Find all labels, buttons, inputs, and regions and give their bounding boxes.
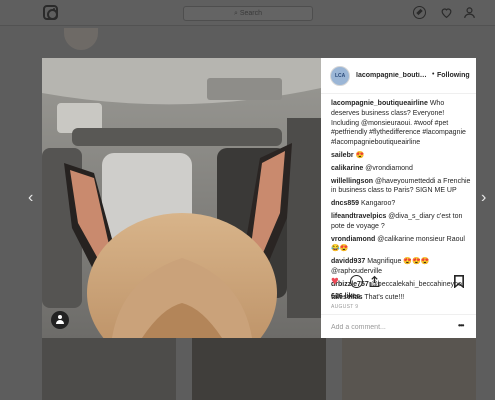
profile-icon[interactable] (463, 6, 476, 19)
comment-username[interactable]: dncs859 (331, 200, 359, 207)
list-item: calikarine @vrondiamond (331, 164, 471, 174)
comment-text: 😍 (355, 151, 365, 159)
comment-text: Kangaroo? (360, 200, 396, 208)
post-actions: ♥ (321, 272, 476, 292)
comment-username[interactable]: lifeandtravelpics (331, 213, 386, 220)
compass-icon[interactable] (413, 6, 426, 19)
list-item: sailebr 😍 (331, 151, 471, 161)
search-input[interactable]: ⌕ Search (183, 6, 313, 21)
grid-thumbnail[interactable] (192, 338, 326, 400)
separator-dot: • (432, 71, 435, 78)
previous-post-arrow-icon[interactable]: ‹ (28, 190, 38, 206)
comment-username[interactable]: willellingson (331, 178, 373, 185)
comment-username[interactable]: calikarine (331, 165, 363, 172)
avatar[interactable]: LCA (330, 66, 350, 86)
search-placeholder: Search (239, 10, 263, 17)
comment-icon[interactable] (350, 275, 363, 288)
top-navigation-bar: ⌕ Search (0, 0, 495, 26)
heart-icon[interactable] (440, 6, 453, 19)
share-icon[interactable] (368, 275, 381, 288)
instagram-logo-icon[interactable] (43, 5, 58, 20)
comment-text: That's cute!!! (364, 293, 405, 301)
list-item: willellingson @haveyoumetteddi a Frenchi… (331, 177, 471, 197)
caption: lacompagnie_boutiqueairline Who deserves… (331, 99, 471, 148)
post-header: LCA lacompagnie_boutiqu... • Following (321, 58, 476, 94)
post-username[interactable]: lacompagnie_boutiqu... (356, 72, 431, 79)
caption-username[interactable]: lacompagnie_boutiqueairline (331, 100, 428, 107)
post-photo[interactable] (42, 58, 321, 338)
following-button[interactable]: Following (437, 72, 470, 79)
save-bookmark-icon[interactable] (454, 275, 464, 288)
tagged-users-icon[interactable] (51, 311, 69, 329)
add-comment-input[interactable] (331, 321, 441, 333)
next-post-arrow-icon[interactable]: › (481, 190, 491, 206)
list-item: dncs859 Kangaroo? (331, 199, 471, 209)
post-detail-panel: LCA lacompagnie_boutiqu... • Following l… (321, 58, 476, 338)
avatar-text: LCA (335, 73, 346, 79)
comment-username[interactable]: davidd937 (331, 258, 365, 265)
dog-on-plane-image (42, 58, 321, 338)
likes-count[interactable]: 616 likes (331, 293, 360, 300)
post-date: AUGUST 9 (331, 304, 359, 310)
add-comment-section: ••• (321, 314, 476, 338)
grid-thumbnail[interactable] (42, 338, 176, 400)
list-item: vrondiamond @calikarine monsieur Raoul 😂… (331, 235, 471, 255)
like-heart-icon[interactable]: ♥ (331, 274, 344, 288)
comment-username[interactable]: sailebr (331, 152, 354, 159)
comment-text: @vrondiamond (365, 164, 413, 172)
more-options-icon[interactable]: ••• (458, 321, 464, 330)
list-item: lifeandtravelpics @diva_s_diary c'est to… (331, 212, 471, 232)
comment-username[interactable]: vrondiamond (331, 236, 375, 243)
grid-thumbnail[interactable] (342, 338, 476, 400)
